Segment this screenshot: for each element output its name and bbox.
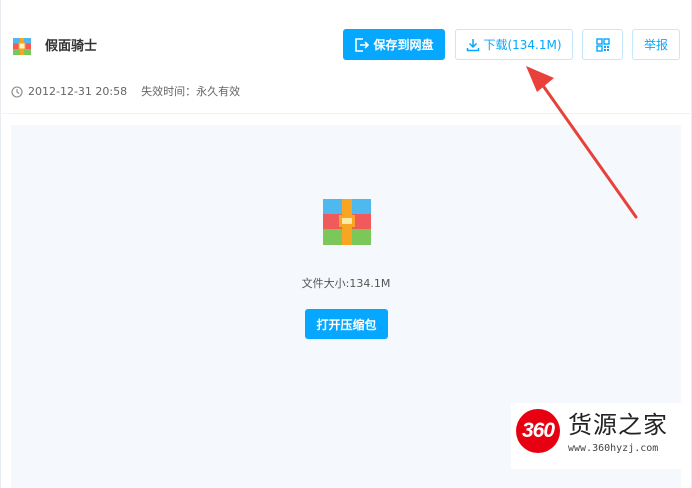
qr-code-button[interactable] — [582, 29, 623, 60]
watermark-url: www.360hyzj.com — [568, 443, 659, 454]
save-to-cloud-button[interactable]: 保存到网盘 — [343, 29, 445, 60]
report-button[interactable]: 举报 — [632, 29, 680, 60]
clock-icon — [11, 86, 23, 98]
file-header: 假面骑士 保存到网盘 下载(134.1M) 举报 2012-12-31 20:5… — [0, 0, 692, 110]
watermark: 360 货源之家 www.360hyzj.com — [511, 403, 689, 469]
archive-icon — [13, 38, 31, 55]
download-icon — [467, 38, 480, 51]
qr-code-icon — [595, 37, 610, 52]
save-button-label: 保存到网盘 — [373, 37, 434, 52]
upload-date: 2012-12-31 20:58 — [28, 85, 128, 98]
file-meta: 2012-12-31 20:58 失效时间：永久有效 — [11, 85, 240, 99]
divider — [0, 113, 692, 114]
download-button-label: 下载(134.1M) — [483, 37, 562, 52]
watermark-title: 货源之家 — [568, 411, 668, 439]
download-button[interactable]: 下载(134.1M) — [455, 29, 573, 60]
file-size-text: 文件大小:134.1M — [301, 277, 391, 290]
file-name: 假面骑士 — [45, 39, 98, 54]
open-archive-button[interactable]: 打开压缩包 — [305, 309, 388, 339]
save-icon — [355, 37, 370, 52]
archive-icon-large — [323, 199, 371, 245]
watermark-badge: 360 — [516, 409, 560, 453]
expire-time: 失效时间：永久有效 — [141, 85, 241, 98]
